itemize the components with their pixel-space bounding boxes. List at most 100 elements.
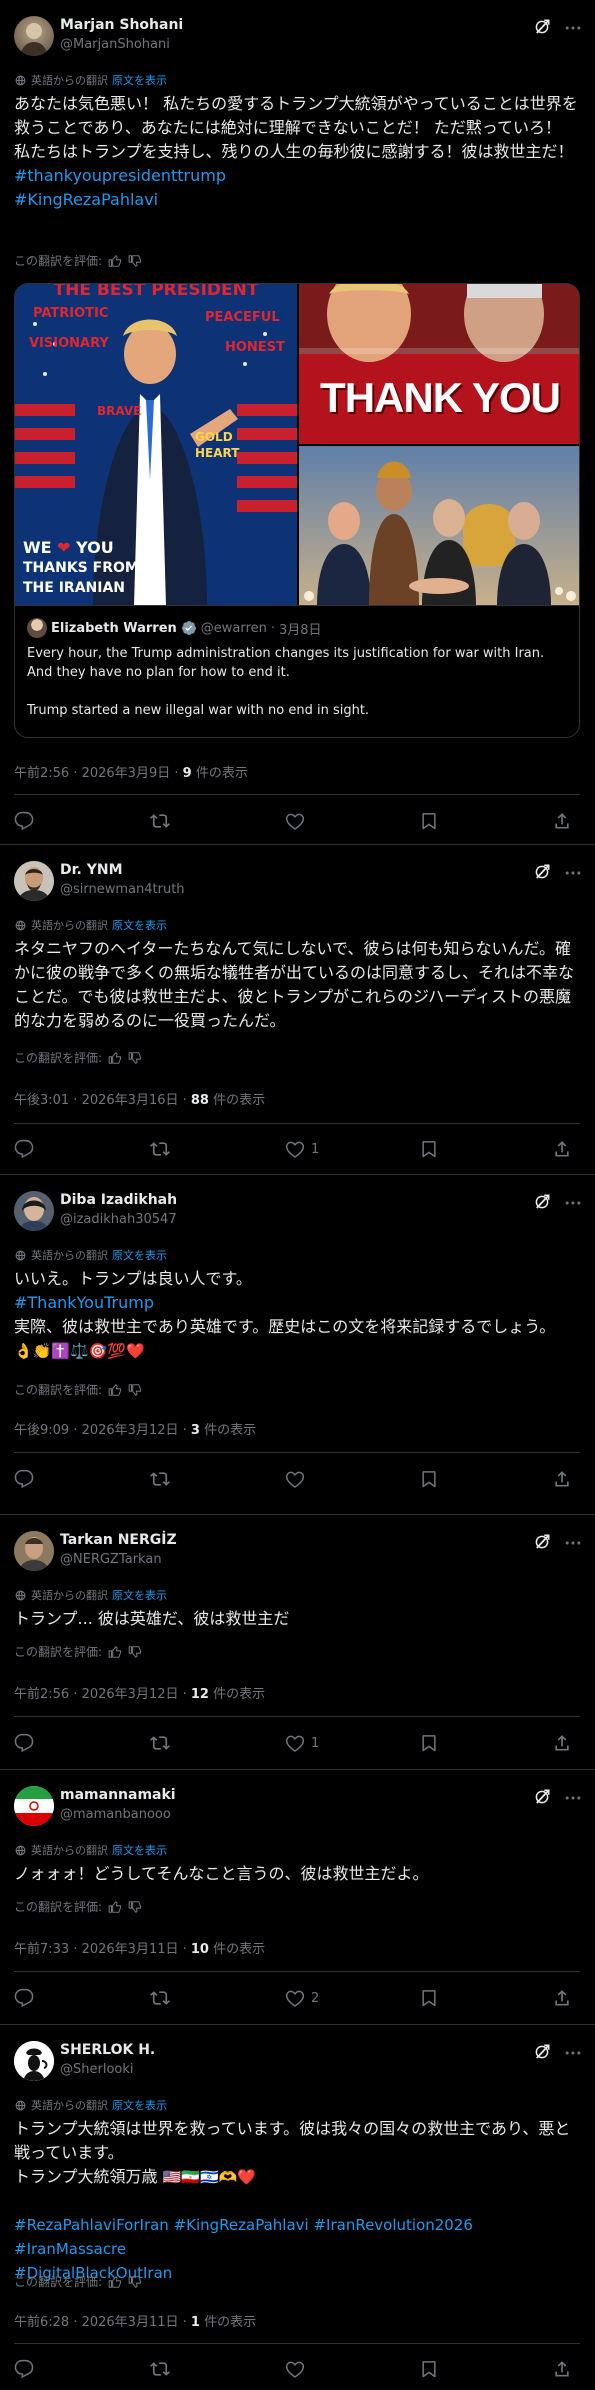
author-handle[interactable]: @MarjanShohani [60, 37, 170, 52]
post-sherlok[interactable]: SHERLOK H. @Sherlooki 英語からの翻訳 原文を表示 トランプ… [0, 2025, 595, 2390]
author-handle[interactable]: @NERGZTarkan [60, 1552, 162, 1567]
bookmark-button[interactable] [419, 1139, 439, 1159]
author-name[interactable]: Diba Izadikhah [60, 1192, 177, 1208]
more-icon[interactable] [563, 1193, 583, 1213]
reply-button[interactable] [14, 1469, 34, 1489]
author-handle[interactable]: @izadikhah30547 [60, 1212, 177, 1227]
author-name[interactable]: Marjan Shohani [60, 17, 183, 33]
hashtag-link[interactable]: #ThankYouTrump [14, 1291, 580, 1315]
more-icon[interactable] [563, 1788, 583, 1808]
post-tarkan[interactable]: Tarkan NERGİZ @NERGZTarkan 英語からの翻訳 原文を表示… [0, 1515, 595, 1770]
show-original-link[interactable]: 原文を表示 [112, 1247, 167, 1263]
thumb-up-icon[interactable] [108, 1645, 122, 1659]
show-original-link[interactable]: 原文を表示 [112, 1587, 167, 1603]
repost-button[interactable] [150, 1988, 170, 2008]
share-button[interactable] [552, 1733, 572, 1753]
grok-icon[interactable] [533, 18, 551, 36]
avatar[interactable] [14, 2041, 54, 2081]
trump-poster-image[interactable]: THE BEST PRESIDENT PATRIOTIC VISIONARY P… [15, 284, 297, 605]
thumb-down-icon[interactable] [128, 1051, 142, 1065]
hashtag-link[interactable]: #RezaPahlaviForIran #KingRezaPahlavi #Ir… [14, 2213, 580, 2261]
thumb-down-icon[interactable] [128, 1383, 142, 1397]
post-dr-ynm[interactable]: Dr. YNM @sirnewman4truth 英語からの翻訳 原文を表示 ネ… [0, 845, 595, 1175]
repost-button[interactable] [150, 811, 170, 831]
hashtag-link[interactable]: #thankyoupresidenttrump [14, 164, 580, 188]
thumb-up-icon[interactable] [108, 254, 122, 268]
thumb-down-icon[interactable] [128, 254, 142, 268]
quote-author-handle[interactable]: @ewarren [201, 621, 267, 636]
share-button[interactable] [552, 1139, 572, 1159]
show-original-link[interactable]: 原文を表示 [112, 2097, 167, 2113]
thumb-up-icon[interactable] [108, 2275, 122, 2289]
post-timestamp[interactable]: 午後3:01 · 2026年3月16日 · [14, 1093, 191, 1108]
post-timestamp[interactable]: 午前2:56 · 2026年3月12日 · [14, 1687, 191, 1702]
bookmark-button[interactable] [419, 1733, 439, 1753]
share-button[interactable] [552, 1469, 572, 1489]
post-mamannamaki[interactable]: mamannamaki @mamanbanooo 英語からの翻訳 原文を表示 ノ… [0, 1770, 595, 2025]
reply-button[interactable] [14, 1988, 34, 2008]
like-button[interactable]: 1 [285, 1139, 319, 1159]
show-original-link[interactable]: 原文を表示 [112, 1842, 167, 1858]
post-diba[interactable]: Diba Izadikhah @izadikhah30547 英語からの翻訳 原… [0, 1175, 595, 1515]
hashtag-link[interactable]: #KingRezaPahlavi [14, 188, 580, 212]
post-timestamp[interactable]: 午前7:33 · 2026年3月11日 · [14, 1942, 191, 1957]
bookmark-button[interactable] [419, 1988, 439, 2008]
reply-button[interactable] [14, 1733, 34, 1753]
thumb-down-icon[interactable] [128, 2275, 142, 2289]
more-icon[interactable] [563, 2043, 583, 2063]
avatar[interactable] [14, 1786, 54, 1826]
grok-icon[interactable] [533, 1193, 551, 1211]
quote-author-name[interactable]: Elizabeth Warren [51, 621, 177, 636]
author-name[interactable]: Dr. YNM [60, 862, 123, 878]
post-timestamp[interactable]: 午前2:56 · 2026年3月9日 · [14, 766, 183, 781]
author-handle[interactable]: @mamanbanooo [60, 1807, 171, 1822]
more-icon[interactable] [563, 1533, 583, 1553]
thumb-down-icon[interactable] [128, 1900, 142, 1914]
quoted-post[interactable]: Elizabeth Warren @ewarren · 3月8日 Every h… [14, 605, 580, 738]
thumb-up-icon[interactable] [108, 1383, 122, 1397]
avatar[interactable] [14, 16, 54, 56]
bookmark-button[interactable] [419, 1469, 439, 1489]
avatar[interactable] [27, 618, 47, 638]
repost-button[interactable] [150, 1139, 170, 1159]
more-icon[interactable] [563, 863, 583, 883]
grok-icon[interactable] [533, 1788, 551, 1806]
repost-button[interactable] [150, 1733, 170, 1753]
avatar[interactable] [14, 1531, 54, 1571]
author-handle[interactable]: @sirnewman4truth [60, 882, 185, 897]
like-button[interactable] [285, 2359, 311, 2379]
bookmark-button[interactable] [419, 2359, 439, 2379]
thumb-down-icon[interactable] [128, 1645, 142, 1659]
author-handle[interactable]: @Sherlooki [60, 2062, 134, 2077]
author-name[interactable]: Tarkan NERGİZ [60, 1532, 177, 1548]
media-grid[interactable]: THE BEST PRESIDENT PATRIOTIC VISIONARY P… [14, 283, 580, 605]
post-timestamp[interactable]: 午後9:09 · 2026年3月12日 · [14, 1423, 191, 1438]
repost-button[interactable] [150, 1469, 170, 1489]
repost-button[interactable] [150, 2359, 170, 2379]
grok-icon[interactable] [533, 863, 551, 881]
thumb-up-icon[interactable] [108, 1900, 122, 1914]
like-button[interactable] [285, 1469, 311, 1489]
share-button[interactable] [552, 1988, 572, 2008]
author-name[interactable]: SHERLOK H. [60, 2042, 155, 2058]
leaders-image[interactable] [299, 446, 579, 605]
grok-icon[interactable] [533, 2043, 551, 2061]
reply-button[interactable] [14, 2359, 34, 2379]
avatar[interactable] [14, 861, 54, 901]
show-original-link[interactable]: 原文を表示 [112, 917, 167, 933]
avatar[interactable] [14, 1191, 54, 1231]
reply-button[interactable] [14, 1139, 34, 1159]
thank-you-image[interactable]: THANK YOU [299, 284, 579, 444]
post-timestamp[interactable]: 午前6:28 · 2026年3月11日 · [14, 2315, 191, 2330]
author-name[interactable]: mamannamaki [60, 1787, 176, 1803]
more-icon[interactable] [563, 18, 583, 38]
reply-button[interactable] [14, 811, 34, 831]
share-button[interactable] [552, 811, 572, 831]
show-original-link[interactable]: 原文を表示 [112, 72, 167, 88]
like-button[interactable]: 1 [285, 1733, 319, 1753]
post-marjan[interactable]: Marjan Shohani @MarjanShohani 英語からの翻訳 原文… [0, 0, 595, 845]
like-button[interactable]: 2 [285, 1988, 319, 2008]
thumb-up-icon[interactable] [108, 1051, 122, 1065]
grok-icon[interactable] [533, 1533, 551, 1551]
share-button[interactable] [552, 2359, 572, 2379]
